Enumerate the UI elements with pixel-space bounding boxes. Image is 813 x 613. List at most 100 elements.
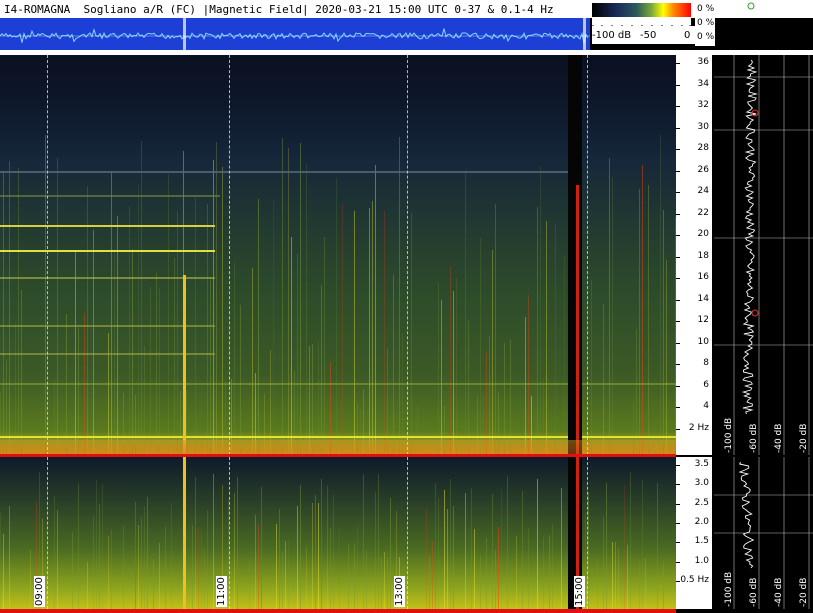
- freq-high-tick: 14: [697, 293, 709, 304]
- spectral-streak: [603, 304, 604, 455]
- freq-high-tick-mark: [676, 321, 680, 322]
- profile-db-label: -60 dB: [749, 578, 759, 607]
- spectral-streak: [306, 547, 307, 609]
- color-scale-labels: -100 dB -50 0: [592, 26, 697, 44]
- time-gridline: [407, 457, 408, 609]
- spectral-streak: [300, 143, 301, 455]
- spectral-streak: [468, 320, 469, 455]
- spectral-streak: [297, 254, 298, 455]
- color-scale-min-label: -100 dB: [592, 30, 632, 41]
- freq-low-tick-mark: [676, 522, 680, 524]
- spectral-streak: [54, 496, 55, 609]
- freq-low-tick-mark: [676, 484, 680, 486]
- amplitude-marker: [183, 18, 186, 50]
- band-line: [0, 195, 220, 197]
- spectral-streak: [336, 178, 337, 455]
- color-scale-bar: [592, 3, 691, 17]
- freq-high-tick-mark: [676, 149, 680, 150]
- freq-high-tick-mark: [676, 63, 680, 64]
- time-gridline: [407, 55, 408, 455]
- freq-high-tick-mark: [676, 342, 680, 344]
- spectral-streak: [222, 167, 223, 455]
- spectral-streak: [390, 498, 391, 609]
- spectral-streak: [516, 536, 517, 609]
- spectral-streak: [78, 484, 79, 609]
- freq-high-tick: 34: [697, 78, 709, 89]
- spectral-streak: [663, 562, 664, 609]
- spectral-streak: [153, 559, 154, 609]
- spectral-streak: [354, 544, 355, 609]
- spectral-streak: [555, 224, 556, 455]
- spectral-streak: [501, 490, 502, 609]
- spectral-streak: [312, 503, 313, 609]
- band-line-32hz: [0, 171, 580, 173]
- spectral-streak: [480, 556, 481, 609]
- band-line-24hz: [0, 250, 215, 252]
- spectral-streak: [159, 543, 160, 609]
- amplitude-marker-end: [583, 18, 586, 50]
- band-line-26hz: [0, 225, 215, 227]
- profile-peak-marker: [751, 309, 759, 317]
- freq-high-tick-mark: [676, 127, 680, 129]
- freq-high-tick: 24: [697, 186, 709, 196]
- spectral-streak: [159, 287, 160, 455]
- spectral-streak: [591, 280, 592, 455]
- spectral-streak: [441, 300, 442, 455]
- amplitude-strip: [0, 18, 590, 50]
- spectral-streak: [432, 541, 433, 609]
- profile-db-label: -20 dB: [799, 578, 809, 607]
- spectral-streak: [258, 524, 259, 609]
- time-gridline: [587, 457, 588, 609]
- freq-high-tick: 8: [703, 358, 709, 368]
- spectral-streak: [564, 256, 565, 455]
- spectral-streak: [327, 486, 328, 609]
- frequency-axis-low: 3.5 3.0 2.5 2.0 1.5 1.0 0.5 Hz: [676, 457, 712, 609]
- spectral-streak: [645, 558, 646, 609]
- spectral-streak: [207, 510, 208, 609]
- spectral-streak: [285, 541, 286, 609]
- spectral-streak: [315, 495, 316, 609]
- spectral-streak: [552, 524, 553, 609]
- spectral-streak: [147, 497, 148, 609]
- spectral-streak: [492, 250, 493, 455]
- frequency-axis-high: 36 34 32 30 28 26 24 22 20 18 16 14 12 10 8 6 4 2 Hz: [676, 55, 712, 455]
- freq-high-tick: 20: [697, 229, 709, 239]
- spectral-streak: [213, 474, 214, 609]
- freq-high-tick-mark: [676, 106, 680, 107]
- spectral-streak: [618, 547, 619, 609]
- spectral-streak: [453, 291, 454, 455]
- spectral-streak: [9, 506, 10, 609]
- spectral-streak: [537, 207, 538, 455]
- profile-plot-low: -100 dB -60 dB -40 dB -20 dB: [714, 457, 813, 609]
- spectral-streak: [495, 204, 496, 455]
- spectral-streak: [318, 342, 319, 455]
- freq-low-tick-mark: [676, 542, 680, 544]
- spectral-streak: [387, 348, 388, 455]
- spectral-streak: [123, 525, 124, 609]
- spectral-streak: [603, 517, 604, 609]
- profile-db-label: -100 dB: [724, 572, 734, 607]
- spectral-streak: [525, 317, 526, 455]
- spectral-streak: [357, 525, 358, 609]
- spectral-streak: [150, 287, 151, 455]
- profile-plot-high: -100 dB -60 dB -40 dB -20 dB: [714, 55, 813, 455]
- freq-high-tick: 4: [703, 401, 709, 411]
- freq-low-tick: 0.5 Hz: [680, 574, 709, 585]
- spectral-streak: [642, 480, 643, 609]
- spectral-streak: [381, 558, 382, 609]
- spectral-streak: [657, 483, 658, 609]
- spectral-streak: [291, 237, 292, 455]
- spectral-streak: [279, 509, 280, 609]
- spectral-streak: [450, 266, 451, 455]
- freq-high-tick-mark: [676, 407, 680, 408]
- freq-high-tick-mark: [676, 84, 680, 86]
- spectral-streak: [174, 258, 175, 455]
- spectral-streak: [177, 211, 178, 455]
- spectral-streak: [666, 260, 667, 455]
- freq-high-tick: 28: [697, 143, 709, 153]
- spectral-streak: [9, 161, 10, 455]
- time-label: 11:00: [216, 576, 227, 607]
- spectral-streak: [171, 503, 172, 609]
- spectral-streak: [660, 135, 661, 455]
- spectral-streak: [168, 174, 169, 455]
